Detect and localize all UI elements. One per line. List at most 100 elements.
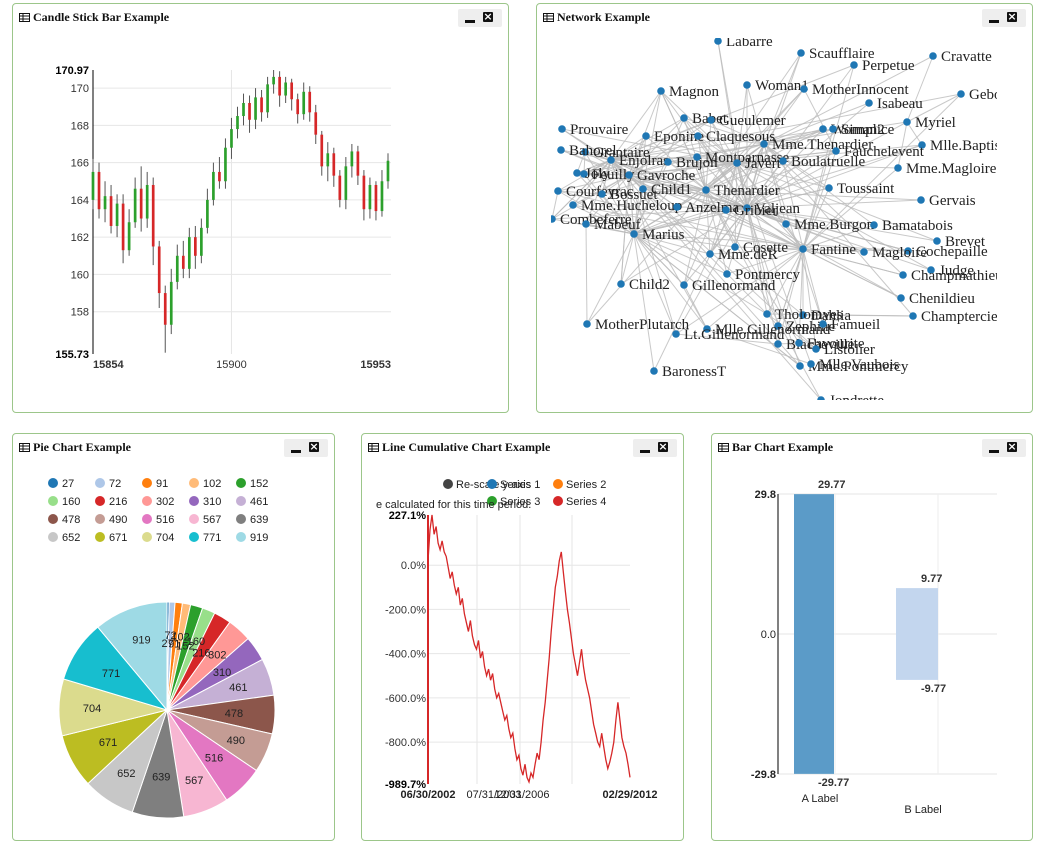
candle[interactable]	[157, 240, 161, 308]
candle[interactable]	[187, 227, 191, 279]
network-node[interactable]: Cravatte	[929, 49, 992, 65]
candle[interactable]	[97, 162, 101, 219]
candle[interactable]	[127, 209, 131, 256]
network-node[interactable]: Child2	[617, 277, 670, 293]
legend-item[interactable]: 27	[48, 478, 74, 490]
legend-item[interactable]: 516	[142, 514, 174, 526]
network-node[interactable]: Mlle.Vaubois	[807, 357, 900, 373]
candle[interactable]	[272, 70, 275, 94]
network-node[interactable]: Chenildieu	[897, 291, 975, 307]
candle[interactable]	[224, 138, 227, 189]
legend-item[interactable]: Series 4	[553, 496, 606, 508]
legend-item[interactable]: 490	[95, 514, 127, 526]
candle[interactable]	[139, 166, 143, 232]
network-node[interactable]: Mme.Magloire	[894, 161, 997, 177]
network-node[interactable]: Geborand	[957, 87, 997, 103]
candle[interactable]	[266, 76, 269, 118]
network-node[interactable]: MotherPlutarch	[583, 317, 690, 333]
candle[interactable]	[230, 117, 233, 159]
candle[interactable]	[386, 153, 390, 189]
candle[interactable]	[248, 95, 251, 133]
candle[interactable]	[115, 194, 119, 238]
candle[interactable]	[109, 184, 113, 234]
legend-item[interactable]: 671	[95, 532, 127, 544]
candle[interactable]	[236, 106, 239, 139]
candle[interactable]	[200, 218, 203, 264]
network-node[interactable]: Thenardier	[702, 183, 780, 199]
minimize-icon[interactable]	[637, 441, 653, 455]
close-icon[interactable]: ×	[1006, 11, 1020, 25]
candle[interactable]	[314, 104, 318, 144]
candle[interactable]	[362, 170, 366, 221]
network-node[interactable]: Champtercier	[909, 309, 997, 325]
legend-item[interactable]: 771	[189, 532, 221, 544]
candle[interactable]	[169, 268, 173, 335]
network-node[interactable]: Labarre	[714, 38, 773, 50]
candle[interactable]	[356, 145, 360, 185]
legend-item[interactable]: 216	[95, 496, 127, 508]
candle[interactable]	[290, 78, 294, 111]
legend-item[interactable]: 310	[189, 496, 221, 508]
legend-item[interactable]: 102	[189, 478, 221, 490]
legend-item[interactable]: 652	[48, 532, 80, 544]
legend-item[interactable]: Series 2	[553, 479, 606, 491]
network-node[interactable]: Magnon	[657, 84, 719, 100]
candle[interactable]	[194, 225, 197, 269]
candle[interactable]	[91, 158, 95, 210]
network-node[interactable]: Boulatruelle	[779, 154, 865, 170]
minimize-icon[interactable]	[288, 441, 304, 455]
network-node[interactable]: Isabeau	[865, 96, 923, 112]
network-node[interactable]: Bamatabois	[870, 218, 953, 234]
network-node[interactable]: Champmathieu	[899, 268, 997, 284]
candle[interactable]	[254, 88, 257, 130]
candle[interactable]	[278, 71, 281, 107]
candle[interactable]	[212, 162, 215, 206]
candle[interactable]	[332, 147, 336, 187]
legend-item[interactable]: 72	[95, 478, 121, 490]
network-node[interactable]: Magloire	[860, 245, 927, 261]
candle[interactable]	[368, 177, 372, 219]
candle[interactable]	[326, 142, 330, 182]
legend-item[interactable]: 919	[236, 532, 268, 544]
candle[interactable]	[103, 181, 107, 223]
network-node[interactable]: Gillenormand	[680, 278, 776, 294]
candle[interactable]	[242, 93, 245, 126]
bar[interactable]	[896, 588, 938, 680]
network-node[interactable]: Toussaint	[825, 181, 895, 197]
network-node[interactable]: Gueulemer	[707, 113, 786, 129]
candle[interactable]	[218, 157, 221, 189]
close-icon[interactable]: ×	[308, 441, 322, 455]
network-node[interactable]: Mme.Burgon	[782, 217, 875, 233]
close-icon[interactable]: ×	[657, 441, 671, 455]
legend-item[interactable]: 160	[48, 496, 80, 508]
candle[interactable]	[175, 244, 179, 290]
candle[interactable]	[206, 188, 209, 234]
candle[interactable]	[181, 240, 185, 279]
legend-item[interactable]: 302	[142, 496, 174, 508]
legend-item[interactable]: 461	[236, 496, 268, 508]
candle[interactable]	[308, 86, 312, 122]
network-node[interactable]: Mlle.Baptistine	[918, 138, 997, 154]
close-icon[interactable]: ×	[482, 11, 496, 25]
network-node[interactable]: Gervais	[917, 193, 976, 209]
network-graph[interactable]: LabarreScaufflairePerpetueCravatteMagnon…	[551, 38, 997, 400]
legend-item[interactable]: 152	[236, 478, 268, 490]
candle[interactable]	[133, 177, 137, 228]
minimize-icon[interactable]	[986, 441, 1002, 455]
candle[interactable]	[145, 171, 149, 228]
candle[interactable]	[296, 93, 300, 124]
close-icon[interactable]: ×	[1006, 441, 1020, 455]
candle[interactable]	[320, 130, 324, 176]
legend-item[interactable]: 704	[142, 532, 174, 544]
legend-item[interactable]: 567	[189, 514, 221, 526]
candle[interactable]	[284, 76, 287, 103]
legend-item[interactable]: 639	[236, 514, 268, 526]
network-node[interactable]: Lt.Gillenormand	[672, 327, 785, 343]
bar[interactable]	[794, 494, 834, 774]
minimize-icon[interactable]	[462, 11, 478, 25]
candle[interactable]	[374, 181, 378, 221]
candle[interactable]	[163, 285, 167, 353]
candle[interactable]	[338, 170, 342, 208]
legend-item[interactable]: 91	[142, 478, 168, 490]
network-node[interactable]: Woman1	[743, 78, 809, 94]
